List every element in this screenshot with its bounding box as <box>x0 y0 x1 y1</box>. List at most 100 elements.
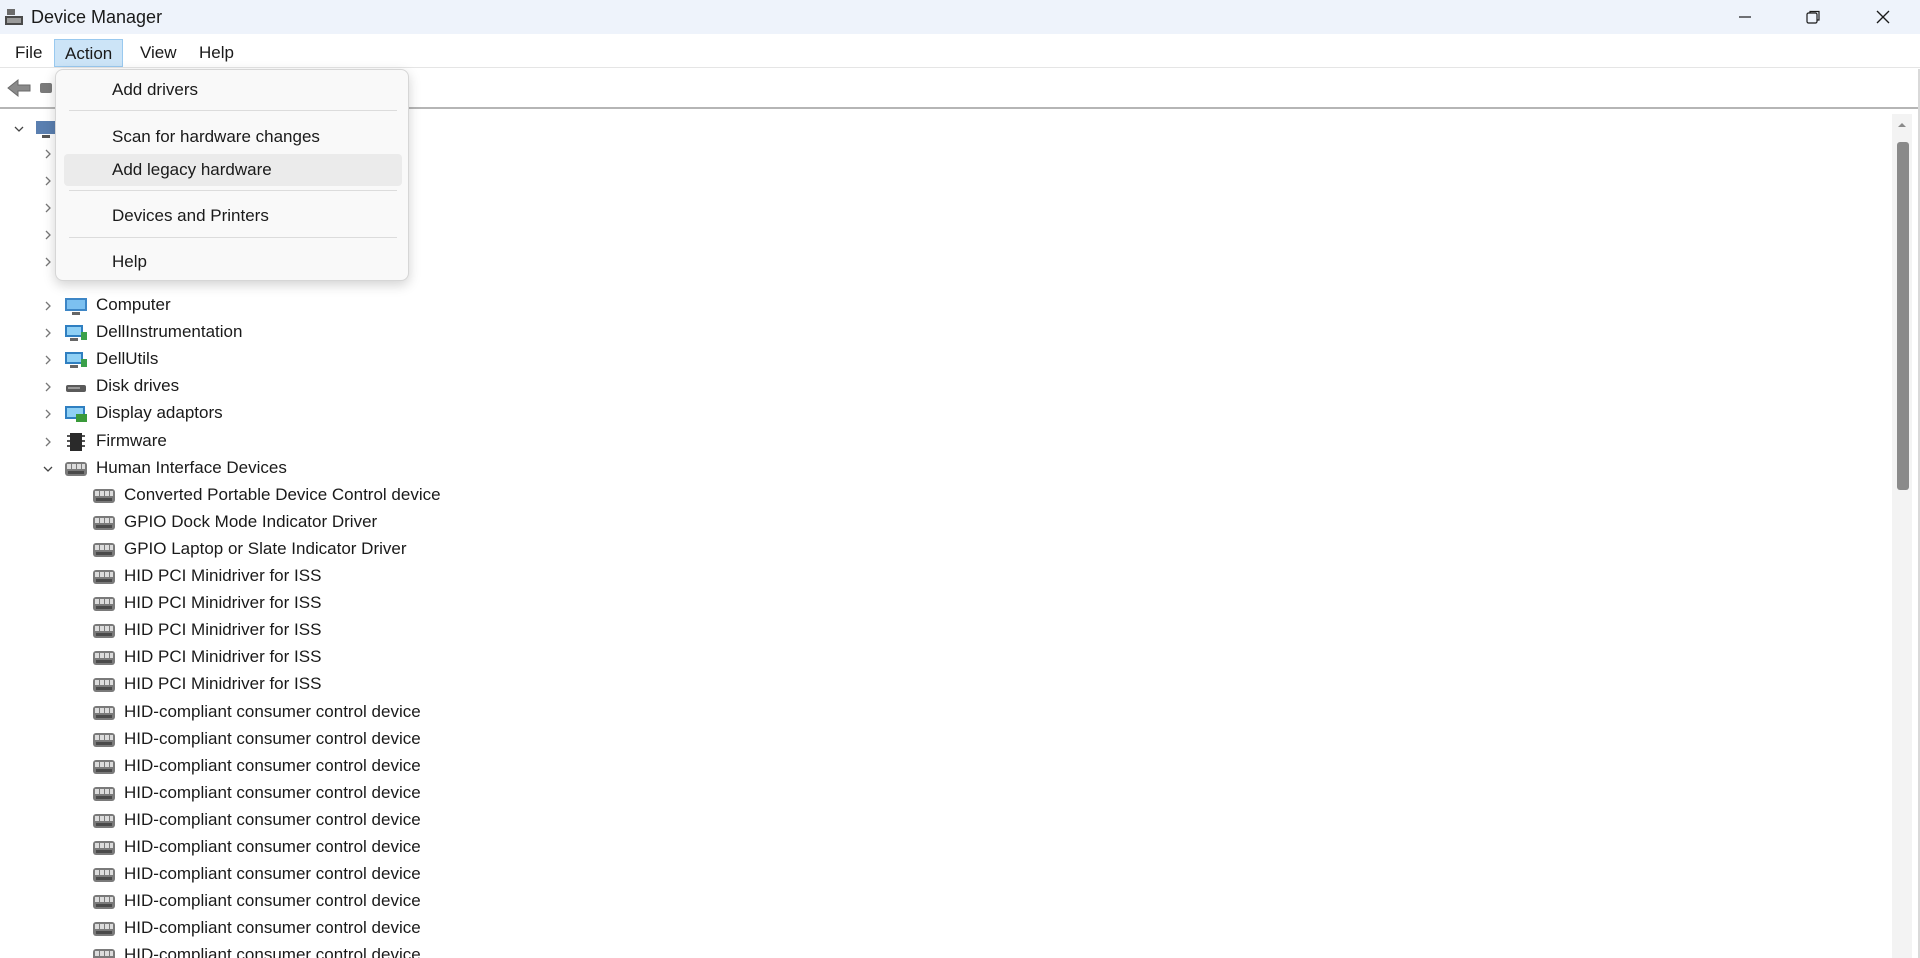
menu-file[interactable]: File <box>5 39 52 67</box>
hid-icon <box>93 841 115 855</box>
tree-device-row[interactable]: HID PCI Minidriver for ISS <box>0 644 600 671</box>
menu-item-add-legacy-hardware[interactable]: Add legacy hardware <box>64 154 402 186</box>
scroll-thumb[interactable] <box>1897 142 1909 490</box>
hid-icon <box>93 895 115 910</box>
chevron-right-icon[interactable] <box>41 201 55 215</box>
tree-device-row[interactable]: HID-compliant consumer control device <box>0 780 600 807</box>
tree-device-row[interactable]: HID-compliant consumer control device <box>0 753 600 780</box>
tree-category-row[interactable]: Computer <box>0 292 600 319</box>
device-manager-app-icon <box>5 9 23 25</box>
window-title: Device Manager <box>31 7 163 27</box>
chevron-right-icon[interactable] <box>41 407 55 421</box>
disk-drive-icon <box>66 385 86 393</box>
menu-action[interactable]: Action <box>54 39 124 67</box>
tree-category-label: Firmware <box>96 430 167 450</box>
tree-category-row[interactable]: Disk drives <box>0 373 600 400</box>
menu-view[interactable]: View <box>130 39 187 67</box>
chevron-right-icon[interactable] <box>41 147 55 161</box>
tree-device-row[interactable]: HID-compliant consumer control device <box>0 699 600 726</box>
monitor-network-icon <box>65 325 87 342</box>
menu-separator <box>69 237 397 238</box>
hid-icon <box>93 515 115 530</box>
tree-device-row[interactable]: HID-compliant consumer control device <box>0 915 600 942</box>
back-arrow-icon[interactable] <box>6 77 32 99</box>
tree-category-row[interactable]: Human Interface Devices <box>0 455 600 482</box>
hid-icon <box>93 597 115 612</box>
menu-item-scan-hardware[interactable]: Scan for hardware changes <box>64 121 402 153</box>
hid-icon <box>93 542 115 557</box>
tree-device-row[interactable]: HID-compliant consumer control device <box>0 807 600 834</box>
tree-category-row[interactable]: Display adaptors <box>0 400 600 427</box>
tree-device-row[interactable]: HID-compliant consumer control device <box>0 861 600 888</box>
tree-device-row[interactable]: HID-compliant consumer control device <box>0 726 600 753</box>
menu-item-devices-printers[interactable]: Devices and Printers <box>64 200 402 232</box>
chevron-right-icon[interactable] <box>41 299 55 313</box>
tree-device-label: HID-compliant consumer control device <box>124 945 421 958</box>
hid-icon <box>93 759 115 774</box>
tree-device-row[interactable]: HID-compliant consumer control device <box>0 942 600 958</box>
tree-category-label: DellInstrumentation <box>96 322 243 342</box>
tree-category-row[interactable]: DellInstrumentation <box>0 319 600 346</box>
chevron-right-icon[interactable] <box>41 353 55 367</box>
tree-device-row[interactable]: HID PCI Minidriver for ISS <box>0 671 600 698</box>
menu-bar: File Action View Help <box>0 34 1920 68</box>
title-bar: Device Manager <box>0 0 1920 34</box>
forward-button[interactable] <box>40 83 52 93</box>
minimize-icon <box>1739 16 1751 18</box>
tree-device-label: HID PCI Minidriver for ISS <box>124 674 322 694</box>
menu-item-help[interactable]: Help <box>64 246 402 278</box>
hid-icon <box>93 651 115 666</box>
chevron-down-icon[interactable] <box>41 462 55 476</box>
tree-device-row[interactable]: Converted Portable Device Control device <box>0 482 600 509</box>
tree-device-row[interactable]: HID-compliant consumer control device <box>0 888 600 915</box>
tree-device-label: HID PCI Minidriver for ISS <box>124 647 322 667</box>
tree-device-label: GPIO Laptop or Slate Indicator Driver <box>124 538 407 558</box>
menu-item-add-drivers[interactable]: Add drivers <box>64 74 402 106</box>
tree-device-label: HID PCI Minidriver for ISS <box>124 566 322 585</box>
hid-icon <box>93 624 115 639</box>
chevron-down-icon[interactable] <box>12 122 26 136</box>
tree-category-row[interactable]: DellUtils <box>0 346 600 373</box>
tree-device-row[interactable]: GPIO Laptop or Slate Indicator Driver <box>0 536 600 563</box>
restore-button[interactable] <box>1778 0 1848 34</box>
minimize-button[interactable] <box>1710 0 1780 34</box>
tree-device-row[interactable]: HID-compliant consumer control device <box>0 834 600 861</box>
tree-device-row[interactable]: HID PCI Minidriver for ISS <box>0 617 600 644</box>
tree-device-row[interactable]: GPIO Dock Mode Indicator Driver <box>0 509 600 536</box>
menu-separator <box>69 190 397 191</box>
tree-device-label: HID-compliant consumer control device <box>124 864 421 884</box>
tree-device-row[interactable]: HID PCI Minidriver for ISS <box>0 563 600 590</box>
tree-category-label: Human Interface Devices <box>96 457 287 477</box>
tree-device-label: HID PCI Minidriver for ISS <box>124 593 322 613</box>
restore-icon <box>1806 10 1820 24</box>
hid-icon <box>93 922 115 937</box>
hid-icon <box>93 868 115 883</box>
computer-icon <box>65 298 87 315</box>
tree-device-label: Converted Portable Device Control device <box>124 484 441 504</box>
tree-device-label: HID-compliant consumer control device <box>124 755 421 775</box>
chevron-right-icon[interactable] <box>41 326 55 340</box>
tree-device-row[interactable]: HID PCI Minidriver for ISS <box>0 590 600 617</box>
chevron-right-icon[interactable] <box>41 380 55 394</box>
close-button[interactable] <box>1848 0 1918 34</box>
tree-category-label: DellUtils <box>96 349 159 369</box>
hid-icon <box>93 949 115 958</box>
tree-device-label: HID-compliant consumer control device <box>124 701 421 721</box>
menu-help[interactable]: Help <box>189 39 244 67</box>
tree-category-label: Disk drives <box>96 376 180 396</box>
tree-category-label: Display adaptors <box>96 403 223 423</box>
hid-icon <box>93 813 115 828</box>
chevron-right-icon[interactable] <box>41 228 55 242</box>
hid-icon <box>93 678 115 693</box>
chevron-right-icon[interactable] <box>41 255 55 269</box>
chevron-right-icon[interactable] <box>41 174 55 188</box>
tree-device-label: HID-compliant consumer control device <box>124 809 421 829</box>
menu-separator <box>69 110 397 111</box>
scroll-up-arrow-icon[interactable] <box>1897 120 1907 130</box>
tree-device-label: HID-compliant consumer control device <box>124 837 421 856</box>
hid-icon <box>93 570 115 584</box>
tree-category-row[interactable]: Firmware <box>0 428 600 455</box>
action-menu-dropdown: Add drivers Scan for hardware changes Ad… <box>55 69 409 281</box>
chevron-right-icon[interactable] <box>41 435 55 449</box>
vertical-scrollbar[interactable] <box>1892 114 1912 958</box>
